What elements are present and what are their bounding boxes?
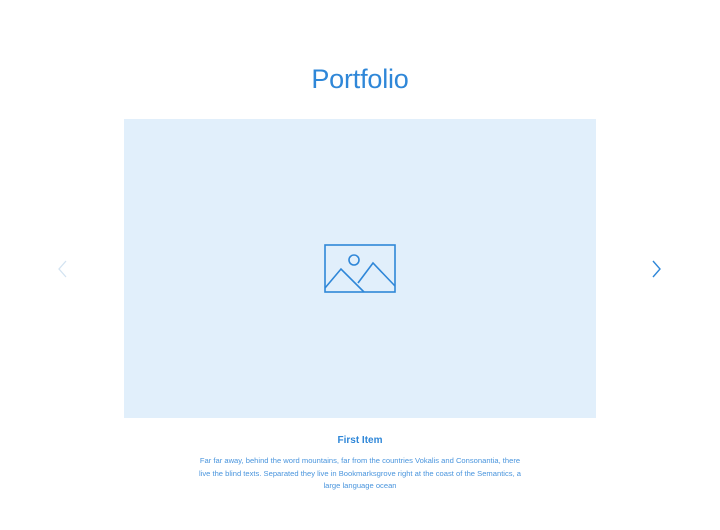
section-title: Portfolio xyxy=(311,64,409,95)
carousel-next-button[interactable] xyxy=(650,258,664,280)
chevron-left-icon xyxy=(58,260,67,278)
carousel-item-description: Far far away, behind the word mountains,… xyxy=(198,456,522,490)
carousel-item-title: First Item xyxy=(337,435,383,446)
chevron-right-icon xyxy=(652,260,661,278)
carousel-prev-button[interactable] xyxy=(56,258,70,280)
image-placeholder-icon xyxy=(324,244,396,294)
